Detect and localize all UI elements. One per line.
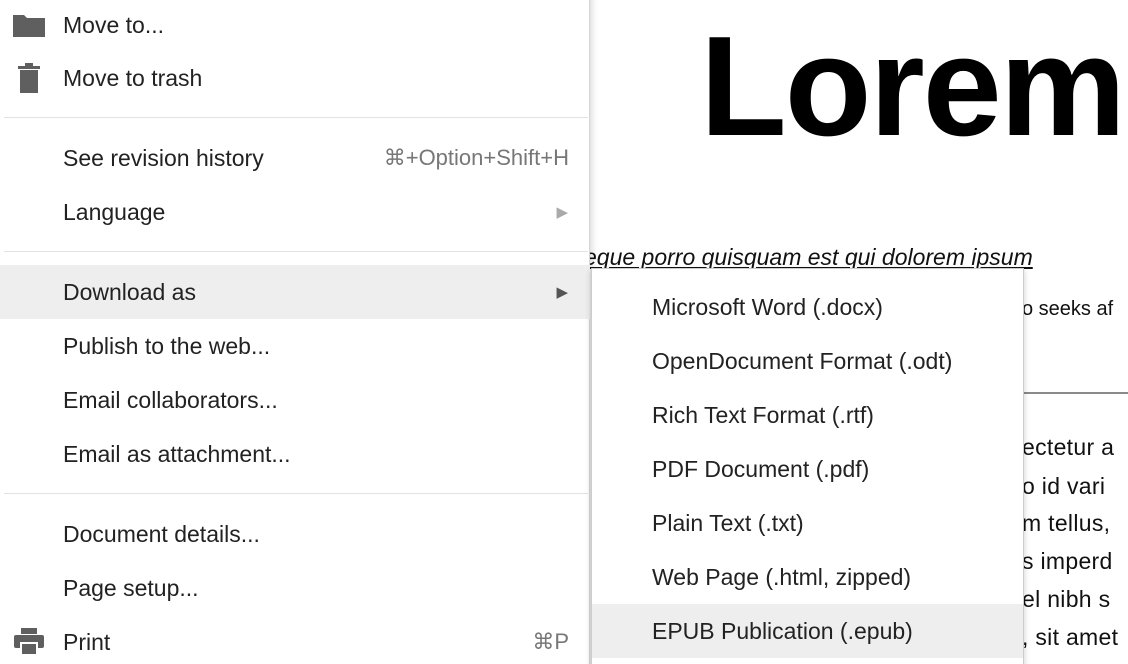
menu-item-email-as-attachment[interactable]: Email as attachment... (0, 427, 590, 481)
menu-item-label: Language (63, 198, 166, 225)
menu-item-label: Page setup... (63, 574, 199, 601)
download-option-label: OpenDocument Format (.odt) (652, 347, 953, 374)
menu-item-revision-history[interactable]: See revision history ⌘+Option+Shift+H (0, 131, 590, 185)
menu-item-label: Email collaborators... (63, 386, 278, 413)
download-option-pdf[interactable]: PDF Document (.pdf) (592, 442, 1023, 496)
download-option-html-zipped[interactable]: Web Page (.html, zipped) (592, 550, 1023, 604)
menu-item-label: Print (63, 628, 111, 655)
menu-item-move-to[interactable]: Move to... (0, 0, 590, 52)
download-option-odt[interactable]: OpenDocument Format (.odt) (592, 334, 1023, 388)
download-option-epub[interactable]: EPUB Publication (.epub) (592, 604, 1023, 658)
download-option-rtf[interactable]: Rich Text Format (.rtf) (592, 388, 1023, 442)
download-option-label: Plain Text (.txt) (652, 509, 804, 536)
menu-item-print[interactable]: Print ⌘P (0, 615, 590, 664)
menu-item-label: Move to... (63, 11, 164, 38)
horizontal-rule (1022, 392, 1128, 394)
document-body-line: o id vari (1022, 473, 1106, 499)
download-as-submenu: Microsoft Word (.docx) OpenDocument Form… (591, 268, 1024, 664)
menu-item-label: Download as (63, 278, 196, 305)
menu-item-publish-to-web[interactable]: Publish to the web... (0, 319, 590, 373)
printer-icon (12, 625, 46, 659)
document-quote: eque porro quisquam est qui dolorem ipsu… (584, 244, 1033, 270)
download-option-label: Web Page (.html, zipped) (652, 563, 912, 590)
folder-icon (12, 8, 46, 42)
document-body-line: s imperd (1022, 548, 1113, 574)
menu-item-email-collaborators[interactable]: Email collaborators... (0, 373, 590, 427)
file-menu: Move to... Move to trash See revision hi… (0, 0, 590, 664)
menu-item-move-to-trash[interactable]: Move to trash (0, 51, 590, 105)
menu-item-label: Document details... (63, 520, 260, 547)
submenu-arrow-icon: ▶ (556, 284, 568, 301)
menu-item-language[interactable]: Language ▶ (0, 185, 590, 239)
menu-item-page-setup[interactable]: Page setup... (0, 561, 590, 615)
document-body-line: el nibh s (1022, 586, 1111, 612)
menu-item-label: Move to trash (63, 64, 203, 91)
menu-item-document-details[interactable]: Document details... (0, 507, 590, 561)
document-subtitle: o seeks af (1022, 298, 1114, 320)
document-body-line: , sit amet (1022, 624, 1119, 650)
menu-item-download-as[interactable]: Download as ▶ (0, 265, 590, 319)
menu-item-label: See revision history (63, 144, 264, 171)
document-title: Lorem (700, 7, 1126, 166)
document-body-line: m tellus, (1022, 510, 1111, 536)
keyboard-shortcut: ⌘P (532, 629, 569, 654)
download-option-label: EPUB Publication (.epub) (652, 617, 913, 644)
keyboard-shortcut: ⌘+Option+Shift+H (383, 145, 569, 170)
download-option-label: PDF Document (.pdf) (652, 455, 870, 482)
menu-separator (4, 251, 588, 252)
document-body-line: ectetur a (1022, 434, 1115, 460)
menu-separator (4, 117, 588, 118)
trash-icon (12, 61, 46, 95)
screen: Lorem eque porro quisquam est qui dolore… (0, 0, 1128, 664)
menu-item-label: Publish to the web... (63, 332, 271, 359)
download-option-docx[interactable]: Microsoft Word (.docx) (592, 280, 1023, 334)
menu-item-label: Email as attachment... (63, 440, 291, 467)
download-option-label: Rich Text Format (.rtf) (652, 401, 874, 428)
submenu-arrow-icon: ▶ (556, 204, 568, 221)
menu-separator (4, 493, 588, 494)
download-option-txt[interactable]: Plain Text (.txt) (592, 496, 1023, 550)
download-option-label: Microsoft Word (.docx) (652, 293, 883, 320)
